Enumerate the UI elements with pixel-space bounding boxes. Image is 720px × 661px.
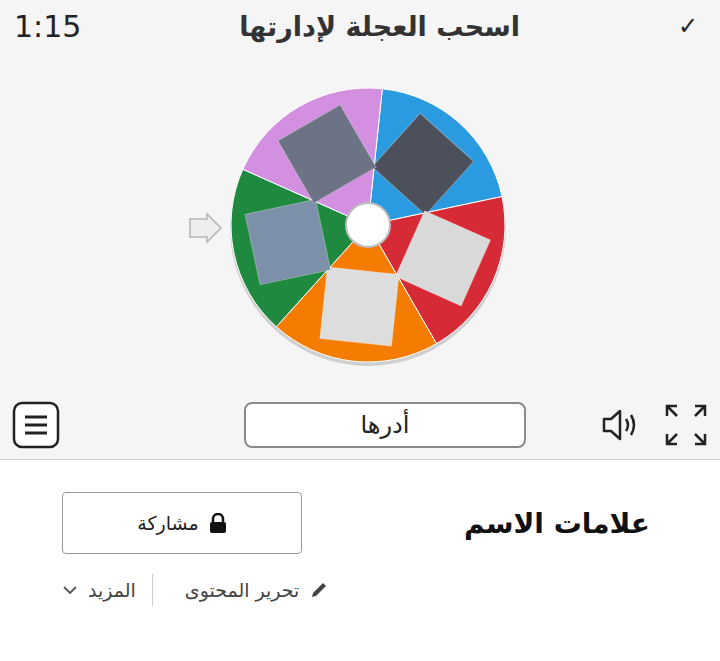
more-link[interactable]: المزيد [88, 579, 136, 601]
timer: 1:15 [14, 9, 81, 44]
edit-content-link[interactable]: تحرير المحتوى [185, 579, 300, 601]
activity-title: علامات الاسم [464, 507, 650, 540]
spinner-page: 1:15 اسحب العجلة لإدارتها ✓ أدرها مشاركة… [0, 0, 720, 661]
segment-image [278, 105, 376, 203]
segment-image [320, 267, 399, 346]
activity-area: 1:15 اسحب العجلة لإدارتها ✓ أدرها [0, 0, 720, 460]
chevron-down-icon[interactable] [62, 584, 78, 596]
pointer-arrow-icon [190, 214, 221, 242]
speaker-icon[interactable] [600, 407, 640, 443]
controls-bar: أدرها [0, 400, 720, 450]
activity-info: مشاركة علامات الاسم المزيد تحرير المحتوى [0, 460, 720, 606]
spin-button[interactable]: أدرها [244, 402, 526, 448]
spinner-wheel[interactable] [0, 52, 720, 382]
segment-image [245, 199, 330, 284]
lock-icon [209, 513, 227, 533]
fullscreen-icon[interactable] [664, 403, 708, 447]
menu-icon[interactable] [12, 401, 60, 449]
share-button[interactable]: مشاركة [62, 492, 302, 554]
divider [152, 574, 153, 606]
check-icon[interactable]: ✓ [678, 12, 698, 40]
instruction-title: اسحب العجلة لإدارتها [239, 11, 520, 42]
wheel-hub [346, 203, 390, 247]
segment-image [372, 113, 474, 215]
pencil-icon [309, 580, 329, 600]
segment-image [395, 211, 490, 306]
header-bar: 1:15 اسحب العجلة لإدارتها ✓ [0, 0, 720, 52]
